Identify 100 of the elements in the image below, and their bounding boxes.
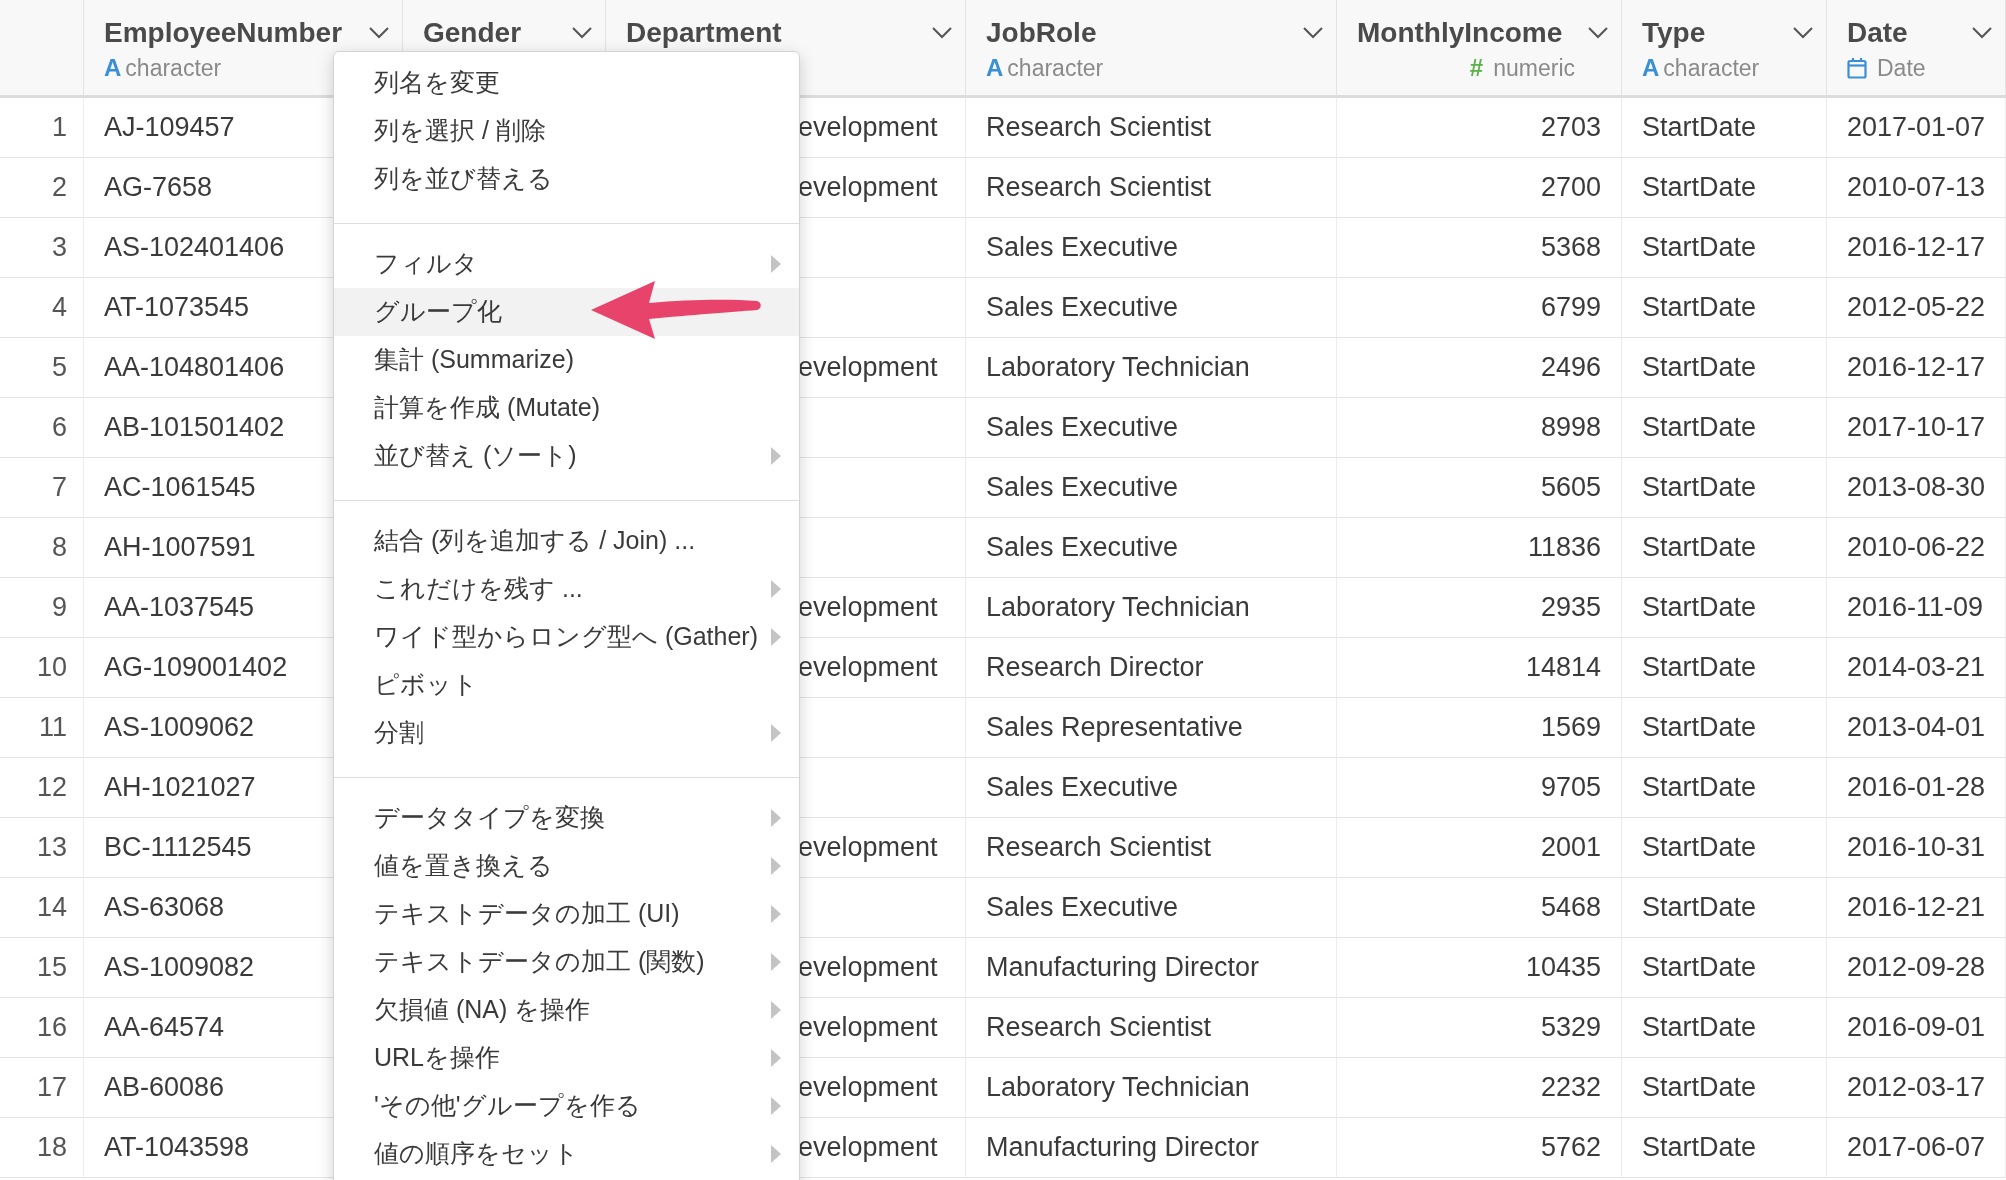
chevron-down-icon[interactable]: [1587, 26, 1609, 40]
calendar-icon: [1847, 57, 1867, 79]
table-cell: StartDate: [1622, 638, 1827, 698]
column-name: Department: [626, 16, 782, 50]
table-cell-text: evelopment: [798, 171, 938, 205]
table-cell: 11836: [1337, 518, 1622, 578]
row-number: 9: [0, 578, 84, 638]
column-name: Type: [1642, 16, 1706, 50]
table-cell: 5329: [1337, 998, 1622, 1058]
table-cell: StartDate: [1622, 278, 1827, 338]
table-cell: StartDate: [1622, 998, 1827, 1058]
table-cell: 2014-03-21: [1827, 638, 2006, 698]
table-cell: 1569: [1337, 698, 1622, 758]
table-cell: 2013-04-01: [1827, 698, 2006, 758]
table-cell: StartDate: [1622, 218, 1827, 278]
row-number: 4: [0, 278, 84, 338]
table-cell: Sales Executive: [966, 218, 1337, 278]
table-cell: StartDate: [1622, 698, 1827, 758]
table-cell: Research Director: [966, 638, 1337, 698]
table-cell: 5762: [1337, 1118, 1622, 1178]
table-cell: StartDate: [1622, 398, 1827, 458]
chevron-down-icon[interactable]: [931, 26, 953, 40]
row-number: 2: [0, 158, 84, 218]
table-cell: Sales Executive: [966, 878, 1337, 938]
row-number: 10: [0, 638, 84, 698]
column-type: Date: [1877, 54, 1926, 83]
table-cell: 2016-12-17: [1827, 338, 2006, 398]
table-cell: 2017-06-07: [1827, 1118, 2006, 1178]
row-number: 12: [0, 758, 84, 818]
row-number: 5: [0, 338, 84, 398]
table-cell: Research Scientist: [966, 818, 1337, 878]
column-type: character: [1007, 54, 1104, 83]
table-cell: 2496: [1337, 338, 1622, 398]
table-cell: 2017-10-17: [1827, 398, 2006, 458]
chevron-down-icon[interactable]: [571, 26, 593, 40]
chevron-down-icon[interactable]: [368, 26, 390, 40]
type-icon: A: [1642, 53, 1660, 83]
table-cell: StartDate: [1622, 338, 1827, 398]
table-cell: 2016-12-21: [1827, 878, 2006, 938]
table-cell: Manufacturing Director: [966, 938, 1337, 998]
table-cell: StartDate: [1622, 1058, 1827, 1118]
table-cell: StartDate: [1622, 938, 1827, 998]
table-cell-text: evelopment: [798, 1071, 938, 1105]
row-number: 15: [0, 938, 84, 998]
table-cell: 2012-09-28: [1827, 938, 2006, 998]
table-cell-text: evelopment: [798, 351, 938, 385]
table-cell: StartDate: [1622, 98, 1827, 158]
table-cell: StartDate: [1622, 158, 1827, 218]
column-name: MonthlyIncome: [1357, 16, 1563, 50]
table-cell: StartDate: [1622, 758, 1827, 818]
table-cell: Research Scientist: [966, 98, 1337, 158]
menu-item-label: 列名を変更: [374, 67, 500, 99]
column-type: character: [1663, 54, 1760, 83]
table-cell: Research Scientist: [966, 158, 1337, 218]
table-cell: Laboratory Technician: [966, 338, 1337, 398]
table-cell: 2232: [1337, 1058, 1622, 1118]
table-cell: StartDate: [1622, 1118, 1827, 1178]
table-cell: Sales Executive: [966, 278, 1337, 338]
table-cell-text: evelopment: [798, 1131, 938, 1165]
table-cell: 2016-10-31: [1827, 818, 2006, 878]
table-cell: StartDate: [1622, 578, 1827, 638]
table-cell: StartDate: [1622, 878, 1827, 938]
table-cell: Sales Executive: [966, 518, 1337, 578]
table-cell: 10435: [1337, 938, 1622, 998]
table-cell: 2016-09-01: [1827, 998, 2006, 1058]
table-cell: 2012-03-17: [1827, 1058, 2006, 1118]
row-number: 3: [0, 218, 84, 278]
column-name: Gender: [423, 16, 522, 50]
table-cell: 2010-07-13: [1827, 158, 2006, 218]
column-name: EmployeeNumber: [104, 16, 343, 50]
table-cell: 8998: [1337, 398, 1622, 458]
table-cell-text: evelopment: [798, 831, 938, 865]
row-number: 6: [0, 398, 84, 458]
type-icon: A: [986, 53, 1004, 83]
row-number: 14: [0, 878, 84, 938]
table-cell-text: evelopment: [798, 591, 938, 625]
table-cell: 5605: [1337, 458, 1622, 518]
column-name: JobRole: [986, 16, 1097, 50]
table-cell-text: evelopment: [798, 951, 938, 985]
table-cell: 2010-06-22: [1827, 518, 2006, 578]
table-cell: Research Scientist: [966, 998, 1337, 1058]
row-number: 13: [0, 818, 84, 878]
table-cell-text: evelopment: [798, 651, 938, 685]
row-number: 16: [0, 998, 84, 1058]
table-cell: Laboratory Technician: [966, 578, 1337, 638]
table-cell: 6799: [1337, 278, 1622, 338]
table-cell: StartDate: [1622, 818, 1827, 878]
table-cell: Sales Representative: [966, 698, 1337, 758]
type-icon: A: [104, 53, 122, 83]
column-type: numeric: [1493, 54, 1575, 83]
row-number: 18: [0, 1118, 84, 1178]
table-cell: 2016-12-17: [1827, 218, 2006, 278]
row-number: 8: [0, 518, 84, 578]
table-cell-text: evelopment: [798, 1011, 938, 1045]
chevron-down-icon[interactable]: [1971, 26, 1993, 40]
chevron-down-icon[interactable]: [1792, 26, 1814, 40]
table-cell: StartDate: [1622, 518, 1827, 578]
column-name: Date: [1847, 16, 1908, 50]
table-cell: 14814: [1337, 638, 1622, 698]
chevron-down-icon[interactable]: [1302, 26, 1324, 40]
